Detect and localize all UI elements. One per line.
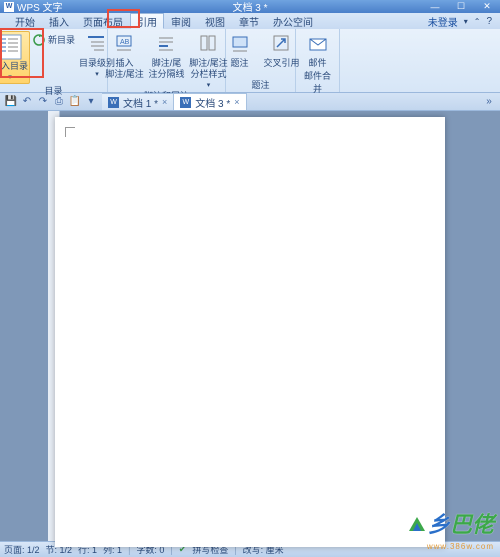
tab-sections[interactable]: 章节	[232, 13, 266, 29]
tab-review[interactable]: 审阅	[164, 13, 198, 29]
help-icon[interactable]: ?	[486, 16, 492, 27]
tab-references[interactable]: 引用	[130, 13, 164, 29]
crossref-icon	[269, 31, 295, 57]
qat-save-icon[interactable]: 💾	[4, 95, 18, 109]
mail-icon	[305, 31, 331, 57]
watermark-logo: 乡巴佬	[406, 507, 494, 539]
dropdown-icon: ▾	[8, 73, 12, 81]
ribbon-group-toc: 插入目录 ▾ 新目录 目录级别 ▾ 目录	[0, 29, 108, 92]
document-tab-bar: 💾 ↶ ↷ ⎙ 📋 ▾ W 文档 1 * × W 文档 3 * × »	[0, 93, 500, 111]
doc-icon: W	[108, 97, 119, 108]
doc-tab-label: 文档 3 *	[195, 95, 230, 110]
close-tab-icon[interactable]: ×	[162, 97, 167, 107]
caption-button[interactable]: 题注	[220, 31, 260, 69]
insert-toc-label: 插入目录	[0, 61, 28, 72]
dropdown-icon: ▾	[95, 70, 99, 78]
logo-icon	[406, 513, 428, 535]
close-button[interactable]: ✕	[474, 0, 500, 13]
footnote-separator-button[interactable]: 脚注/尾 注分隔线	[147, 31, 187, 89]
qat-print-icon[interactable]: ⎙	[52, 95, 66, 109]
title-bar: W WPS 文字 文档 3 * — ☐ ✕	[0, 0, 500, 13]
minimize-button[interactable]: —	[422, 0, 448, 13]
tab-workspace[interactable]: 办公空间	[266, 13, 320, 29]
tab-overflow-icon[interactable]: »	[482, 95, 496, 109]
app-name: WPS 文字	[17, 0, 63, 14]
document-page[interactable]	[55, 117, 445, 547]
ribbon-group-caption: 题注 交叉引用 题注	[226, 29, 296, 92]
status-page[interactable]: 页面: 1/2	[4, 543, 40, 556]
workspace	[0, 111, 500, 541]
quick-access-toolbar: 💾 ↶ ↷ ⎙ 📋 ▾	[0, 93, 102, 110]
doc-tab-1[interactable]: W 文档 1 * ×	[102, 93, 174, 110]
ribbon: 插入目录 ▾ 新目录 目录级别 ▾ 目录 AB	[0, 29, 500, 93]
login-status[interactable]: 未登录	[428, 14, 458, 29]
mail-merge-button[interactable]: 邮件	[298, 31, 338, 69]
group-label-mail: 邮件合并	[300, 69, 335, 96]
tab-page-layout[interactable]: 页面布局	[76, 13, 130, 29]
ribbon-group-mail: 邮件 邮件合并	[296, 29, 340, 92]
footnote-icon: AB	[112, 31, 138, 57]
dropdown-icon: ▾	[207, 81, 211, 89]
close-tab-icon[interactable]: ×	[234, 97, 239, 107]
qat-undo-icon[interactable]: ↶	[20, 95, 34, 109]
login-dropdown-icon[interactable]: ▾	[464, 17, 468, 26]
options-icon	[196, 31, 222, 57]
qat-redo-icon[interactable]: ↷	[36, 95, 50, 109]
qat-paste-icon[interactable]: 📋	[68, 95, 82, 109]
qat-more-icon[interactable]: ▾	[84, 95, 98, 109]
svg-text:AB: AB	[120, 39, 130, 46]
ribbon-group-footnotes: AB 插入 脚注/尾注 脚注/尾 注分隔线 脚注/尾注 分栏样式 ▾ 脚注和尾注	[108, 29, 226, 92]
margin-marker	[65, 127, 75, 137]
doc-tab-2[interactable]: W 文档 3 * ×	[174, 93, 246, 110]
update-toc-button[interactable]: 新目录	[32, 33, 75, 47]
toc-icon	[0, 34, 23, 60]
insert-toc-button[interactable]: 插入目录 ▾	[0, 31, 30, 84]
tab-view[interactable]: 视图	[198, 13, 232, 29]
minimize-ribbon-icon[interactable]: ⌃	[474, 17, 481, 26]
insert-footnote-button[interactable]: AB 插入 脚注/尾注	[105, 31, 145, 89]
watermark-url: www.386w.com	[427, 542, 494, 551]
app-icon: W	[4, 2, 14, 12]
ribbon-tabs: 开始 插入 页面布局 引用 审阅 视图 章节 办公空间 未登录 ▾ ⌃ ?	[0, 13, 500, 29]
document-title: 文档 3 *	[232, 0, 267, 14]
group-label-caption: 题注	[251, 78, 269, 92]
caption-icon	[227, 31, 253, 57]
refresh-icon	[32, 33, 46, 47]
tab-home[interactable]: 开始	[8, 13, 42, 29]
doc-tab-label: 文档 1 *	[123, 95, 158, 110]
maximize-button[interactable]: ☐	[448, 0, 474, 13]
separator-icon	[154, 31, 180, 57]
doc-icon: W	[180, 97, 191, 108]
tab-insert[interactable]: 插入	[42, 13, 76, 29]
